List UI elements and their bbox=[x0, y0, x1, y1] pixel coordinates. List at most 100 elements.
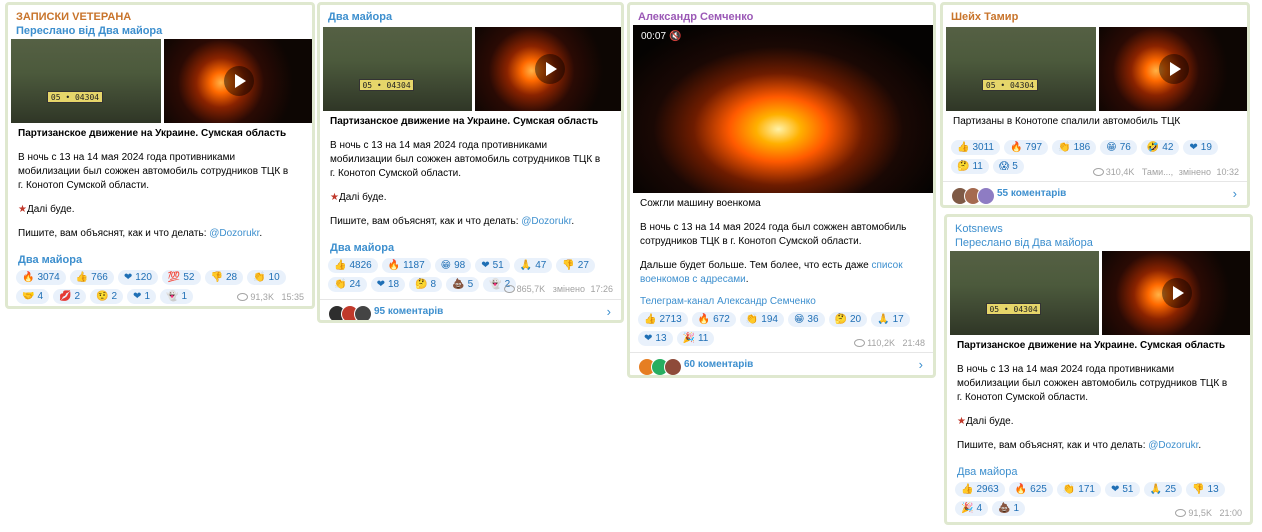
ghost-icon: 👻 bbox=[489, 279, 502, 290]
reaction-chip[interactable]: 🔥 625 bbox=[1008, 482, 1053, 497]
post-continue: ★Далі буде. bbox=[330, 192, 387, 203]
comments-count[interactable]: 55 коментарів bbox=[997, 188, 1066, 199]
poop-icon: 💩 bbox=[452, 279, 465, 290]
comments-count[interactable]: 95 коментарів bbox=[374, 306, 443, 317]
comments-count[interactable]: 60 коментарів bbox=[684, 359, 753, 370]
play-icon[interactable] bbox=[1161, 278, 1192, 308]
play-icon[interactable] bbox=[1159, 54, 1189, 84]
reaction-chip[interactable]: 👍 4826 bbox=[328, 258, 378, 273]
avatar bbox=[354, 305, 372, 320]
comments-bar[interactable]: 55 коментарів › bbox=[943, 181, 1247, 205]
photo-thumbnail[interactable]: 05 • 04304 bbox=[323, 27, 472, 111]
reaction-chip[interactable]: 👍 3011 bbox=[951, 140, 1000, 155]
source-link[interactable]: Два майора bbox=[957, 466, 1018, 478]
reaction-chip[interactable]: 🔥 3074 bbox=[16, 270, 66, 285]
reaction-chip[interactable]: 👎 28 bbox=[204, 270, 244, 285]
reaction-chip[interactable]: ❤ 1 bbox=[127, 289, 156, 304]
reaction-chip[interactable]: ❤ 18 bbox=[370, 277, 406, 292]
reaction-chip[interactable]: 🤣 42 bbox=[1140, 140, 1180, 155]
reaction-chip[interactable]: 🤨 2 bbox=[90, 289, 124, 304]
reaction-chip[interactable]: 🤔 11 bbox=[951, 159, 989, 174]
reaction-chip[interactable]: 💯 52 bbox=[161, 270, 201, 285]
reaction-chip[interactable]: 😁 98 bbox=[434, 258, 472, 273]
thinking-icon: 🤔 bbox=[957, 161, 970, 172]
post-continue: ★Далі буде. bbox=[957, 416, 1014, 427]
comments-bar[interactable]: 60 коментарів › bbox=[630, 352, 933, 375]
reaction-chip[interactable]: 🤝 4 bbox=[16, 289, 50, 304]
edited-label: змінено bbox=[1178, 167, 1211, 177]
reaction-chip[interactable]: 👍 2713 bbox=[638, 312, 688, 327]
source-link[interactable]: Телеграм-канал Александр Семченко bbox=[640, 296, 816, 307]
post-title: Партизаны в Конотопе спалили автомобиль … bbox=[953, 116, 1181, 127]
reaction-chip[interactable]: 🔥 672 bbox=[691, 312, 736, 327]
chevron-right-icon[interactable]: › bbox=[919, 357, 923, 372]
forwarded-from[interactable]: Переслано від Два майора bbox=[955, 237, 1093, 249]
heart-icon: ❤ bbox=[133, 291, 142, 302]
photo-thumbnail[interactable]: 05 • 04304 bbox=[11, 39, 161, 123]
reaction-chip[interactable]: ❤ 13 bbox=[638, 331, 673, 346]
reaction-chip[interactable]: 👏 10 bbox=[247, 270, 286, 285]
reaction-chip[interactable]: 👎 13 bbox=[1186, 482, 1225, 497]
channel-name[interactable]: Два майора bbox=[328, 11, 392, 23]
reaction-chip[interactable]: 😁 36 bbox=[787, 312, 825, 327]
video-thumbnail[interactable] bbox=[164, 39, 312, 123]
reaction-chip[interactable]: ❤ 120 bbox=[117, 270, 158, 285]
video-thumbnail[interactable] bbox=[1099, 27, 1247, 111]
channel-name[interactable]: Александр Семченко bbox=[638, 11, 753, 23]
reaction-chip[interactable]: 👎 27 bbox=[556, 258, 595, 273]
reaction-chip[interactable]: 🙏 25 bbox=[1143, 482, 1183, 497]
reaction-count: 3011 bbox=[972, 142, 994, 153]
face-icon: 🤨 bbox=[96, 291, 109, 302]
reaction-chip[interactable]: 😁 76 bbox=[1100, 140, 1137, 155]
reaction-chip[interactable]: ❤ 51 bbox=[1104, 482, 1140, 497]
reaction-chip[interactable]: 👍 2963 bbox=[955, 482, 1005, 497]
eye-icon bbox=[1092, 168, 1104, 176]
avatar bbox=[977, 187, 995, 205]
comments-bar[interactable]: 95 коментарів › bbox=[320, 299, 621, 320]
dozorukr-link[interactable]: @Dozorukr bbox=[521, 216, 571, 227]
reaction-chip[interactable]: 🙏 17 bbox=[871, 312, 910, 327]
reaction-chip[interactable]: 💩 5 bbox=[446, 277, 480, 292]
reaction-chip[interactable]: 🙏 47 bbox=[513, 258, 553, 273]
reaction-chip[interactable]: 👏 171 bbox=[1056, 482, 1101, 497]
dozorukr-link[interactable]: @Dozorukr bbox=[209, 228, 259, 239]
reaction-count: 2 bbox=[74, 291, 81, 302]
reaction-count: 98 bbox=[454, 260, 466, 271]
reaction-chip[interactable]: 👏 194 bbox=[739, 312, 784, 327]
play-icon[interactable] bbox=[224, 66, 254, 96]
play-icon[interactable] bbox=[534, 54, 565, 84]
reaction-chip[interactable]: 👍 766 bbox=[69, 270, 114, 285]
channel-name[interactable]: Kotsnews bbox=[955, 223, 1003, 235]
source-link[interactable]: Два майора bbox=[18, 254, 82, 266]
edited-label: змінено bbox=[552, 284, 585, 294]
mute-icon[interactable]: 🔇 bbox=[669, 31, 681, 42]
reaction-chip[interactable]: 😱 5 bbox=[992, 159, 1024, 174]
reaction-chip[interactable]: ❤ 51 bbox=[475, 258, 510, 273]
photo-thumbnail[interactable]: 05 • 04304 bbox=[950, 251, 1099, 335]
reaction-chip[interactable]: 🎉 4 bbox=[955, 501, 989, 516]
reaction-chip[interactable]: 🤔 20 bbox=[828, 312, 868, 327]
reaction-chip[interactable]: ❤ 19 bbox=[1183, 140, 1218, 155]
video-player[interactable]: 00:07 🔇 bbox=[633, 25, 933, 193]
clap-icon: 👏 bbox=[1062, 484, 1076, 495]
video-thumbnail[interactable] bbox=[475, 27, 621, 111]
source-link[interactable]: Два майора bbox=[330, 242, 394, 254]
video-thumbnail[interactable] bbox=[1102, 251, 1250, 335]
post-card-5: Kotsnews Переслано від Два майора 05 • 0… bbox=[944, 214, 1253, 525]
channel-name[interactable]: Шейх Тамир bbox=[951, 11, 1018, 23]
reaction-chip[interactable]: 👻 1 bbox=[160, 289, 194, 304]
reaction-chip[interactable]: 💩 1 bbox=[992, 501, 1026, 516]
chevron-right-icon[interactable]: › bbox=[1233, 186, 1237, 201]
reaction-chip[interactable]: 👏 186 bbox=[1052, 140, 1097, 155]
reaction-chip[interactable]: 💋 2 bbox=[53, 289, 87, 304]
photo-thumbnail[interactable]: 05 • 04304 bbox=[946, 27, 1096, 111]
channel-name[interactable]: ЗАПИСКИ VETEPAHA bbox=[16, 11, 131, 23]
dozorukr-link[interactable]: @Dozorukr bbox=[1148, 440, 1198, 451]
forwarded-from[interactable]: Переслано від Два майора bbox=[16, 25, 162, 37]
reaction-chip[interactable]: 🔥 1187 bbox=[381, 258, 431, 273]
chevron-right-icon[interactable]: › bbox=[607, 304, 611, 319]
reaction-chip[interactable]: 🎉 11 bbox=[676, 331, 715, 346]
reaction-chip[interactable]: 👏 24 bbox=[328, 277, 367, 292]
reaction-chip[interactable]: 🔥 797 bbox=[1003, 140, 1049, 155]
reaction-chip[interactable]: 🤔 8 bbox=[409, 277, 443, 292]
